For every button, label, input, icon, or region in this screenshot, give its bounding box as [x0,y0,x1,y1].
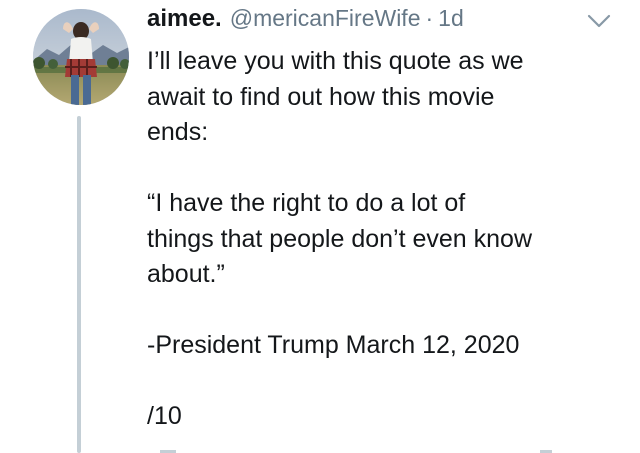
tweet-text-line: “I have the right to do a lot of [147,189,466,217]
timestamp[interactable]: 1d [438,5,464,32]
user-handle[interactable]: @mericanFireWife [230,5,421,32]
tweet-text-line: -President Trump March 12, 2020 [147,331,520,359]
tweet-text: I’ll leave you with this quote as we awa… [147,44,627,435]
tweet-text-line: things that people don’t even know [147,224,532,253]
tweet[interactable]: aimee. @mericanFireWife · 1d I’ll leave … [0,0,640,453]
tweet-text-line: ends: [147,118,209,146]
paragraph-break [147,293,627,329]
avatar-photo [33,9,129,105]
avatar[interactable] [33,9,129,105]
chevron-down-icon[interactable] [586,12,612,30]
thread-connector-line [77,116,81,453]
tweet-header: aimee. @mericanFireWife · 1d [147,5,464,39]
tweet-text-line: await to find out how this movie [147,82,495,111]
tweet-text-line: /10 [147,402,182,430]
paragraph-break [147,364,627,400]
tweet-text-line: about.” [147,260,225,288]
separator-dot: · [425,5,434,31]
action-bar-peek [160,450,552,453]
tweet-text-line: I’ll leave you with this quote as we [147,47,524,75]
display-name[interactable]: aimee. [147,5,222,33]
paragraph-break [147,151,627,187]
